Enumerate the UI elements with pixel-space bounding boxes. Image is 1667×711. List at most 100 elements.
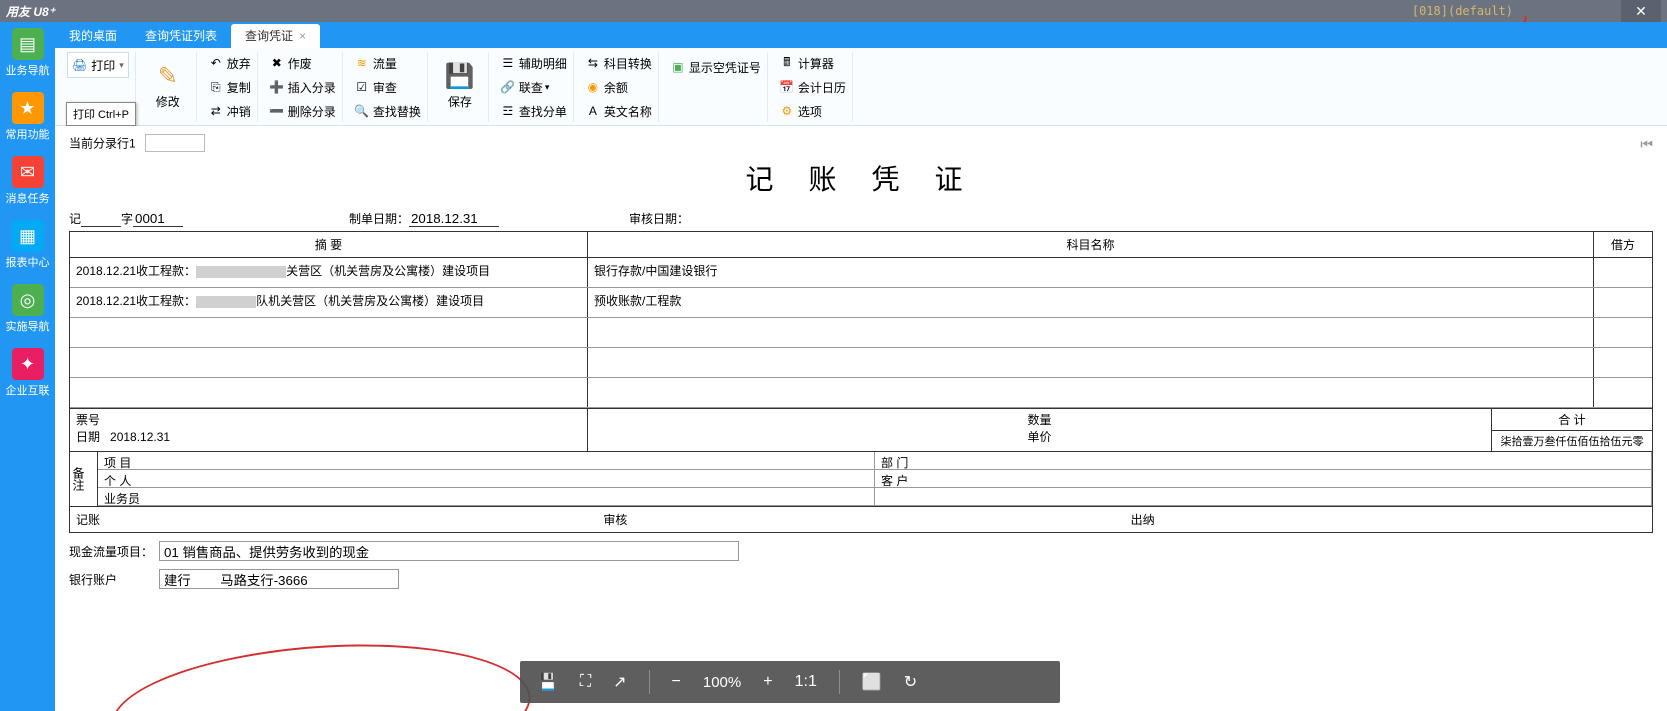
bank-account-row: 银行账户 (69, 569, 1653, 589)
nav-label: 实施导航 (6, 318, 50, 334)
close-button[interactable]: ✕ (1621, 0, 1661, 22)
nav-favorites[interactable]: ★常用功能 (6, 92, 50, 142)
delete-entry-button[interactable]: ➖删除分录 (268, 100, 336, 122)
remark-person[interactable]: 个 人 (98, 470, 875, 488)
bank-account-label: 银行账户 (69, 571, 159, 588)
pencil-icon: ✎ (158, 62, 178, 91)
rotate-icon[interactable]: ↻ (904, 672, 917, 692)
insert-entry-button[interactable]: ➕插入分录 (268, 76, 336, 98)
grid-row[interactable] (70, 318, 1652, 348)
show-empty-button[interactable]: ▣显示空凭证号 (669, 56, 761, 78)
viewer-toolbar: 💾 ⛶ ↗ − 100% + 1:1 ⬜ ↻ (520, 661, 1060, 703)
tabs-row: 我的桌面 查询凭证列表 查询凭证× (55, 22, 1667, 48)
undo-icon: ↶ (207, 56, 225, 70)
grid-row[interactable]: 2018.12.21收工程款：队机关营区（机关营房及公寓楼）建设项目 预收账款/… (70, 288, 1652, 318)
tab-close-icon[interactable]: × (299, 29, 306, 43)
delete-icon: ➖ (268, 104, 286, 118)
cash-flow-input[interactable] (159, 541, 739, 561)
modify-button[interactable]: ✎ 修改 (146, 52, 190, 120)
remark-customer[interactable]: 客 户 (875, 470, 1652, 488)
share-icon[interactable]: ↗ (613, 672, 626, 692)
save-button[interactable]: 💾 保存 (438, 52, 482, 120)
offset-icon: ⇄ (207, 104, 225, 118)
voucher-grid: 摘 要 科目名称 借方 2018.12.21收工程款：关营区（机关营房及公寓楼）… (69, 231, 1653, 409)
gear-icon: ⚙ (778, 104, 796, 118)
detail-icon: ☰ (499, 56, 517, 70)
audit-button[interactable]: ☑审查 (353, 76, 421, 98)
find-replace-button[interactable]: 🔍查找替换 (353, 100, 421, 122)
calculator-button[interactable]: 🖩计算器 (778, 52, 846, 74)
redacted (196, 296, 256, 308)
nav-label: 报表中心 (6, 254, 50, 270)
remark-block: 备注 项 目 部 门 个 人 客 户 业务员 (69, 452, 1653, 507)
nav-label: 企业互联 (6, 382, 50, 398)
titlebar: 用友 U8⁺ [018](default) ✕ (0, 0, 1667, 22)
aux-detail-button[interactable]: ☰辅助明细 (499, 52, 567, 74)
voucher-icon: ▣ (669, 60, 687, 74)
abandon-button[interactable]: ↶放弃 (207, 52, 251, 74)
tab-voucher-list[interactable]: 查询凭证列表 (131, 24, 231, 48)
fitpage-icon[interactable]: ⛶ (580, 673, 591, 691)
actual-size-icon[interactable]: 1:1 (795, 673, 817, 691)
sign-book: 记账 (70, 509, 597, 530)
price-label: 单价 (1027, 430, 1051, 444)
transfer-button[interactable]: ⇆科目转换 (584, 52, 652, 74)
fullscreen-icon[interactable]: ⬜ (862, 672, 882, 692)
nav-messages[interactable]: ✉消息任务 (6, 156, 50, 206)
type-suffix: 字 (121, 210, 133, 227)
tab-desktop[interactable]: 我的桌面 (55, 24, 131, 48)
remark-sales[interactable]: 业务员 (98, 488, 875, 506)
type-input[interactable] (81, 211, 121, 227)
grid-row[interactable]: 2018.12.21收工程款：关营区（机关营房及公寓楼）建设项目 银行存款/中国… (70, 258, 1652, 288)
print-button[interactable]: 🖨 打印 ▾ (67, 52, 129, 78)
calendar-button[interactable]: 📅会计日历 (778, 76, 846, 98)
grid-row[interactable] (70, 378, 1652, 408)
report-icon: ▦ (12, 220, 44, 252)
enname-button[interactable]: A英文名称 (584, 100, 652, 122)
zoom-in-icon[interactable]: + (763, 673, 772, 691)
voucher-title: 记 账 凭 证 (69, 158, 1653, 198)
remark-empty[interactable] (875, 488, 1652, 506)
bank-account-input[interactable] (159, 569, 399, 589)
calendar-icon: 📅 (778, 80, 796, 94)
calculator-icon: 🖩 (778, 53, 796, 74)
col-account: 科目名称 (588, 232, 1594, 257)
chevron-down-icon: ▾ (119, 60, 124, 71)
zoom-out-icon[interactable]: − (672, 673, 681, 691)
invalid-button[interactable]: ✖作废 (268, 52, 336, 74)
linkquery-button[interactable]: 🔗联查▾ (499, 76, 567, 98)
copy-button[interactable]: ⎘复制 (207, 76, 251, 98)
printer-icon: 🖨 (72, 58, 87, 72)
first-record-button[interactable]: ⏮ (1640, 136, 1653, 153)
coin-icon: ◉ (584, 80, 602, 94)
message-icon: ✉ (12, 156, 44, 188)
balance-button[interactable]: ◉余额 (584, 76, 652, 98)
offset-button[interactable]: ⇄冲销 (207, 100, 251, 122)
nav-implement[interactable]: ◎ 实施导航 (6, 284, 50, 334)
grid-row[interactable] (70, 348, 1652, 378)
make-date-input[interactable] (409, 211, 499, 227)
flow-button[interactable]: ≋流量 (353, 52, 421, 74)
voucher-area: 当前分录行1 ⏮ 记 账 凭 证 记 字 制单日期： 审核日期： 摘 要 科目名… (55, 126, 1667, 711)
col-summary: 摘 要 (70, 232, 588, 257)
nav-reports[interactable]: ▦ 报表中心 (6, 220, 50, 270)
options-button[interactable]: ⚙选项 (778, 100, 846, 122)
compass-icon: ◎ (12, 284, 44, 316)
bill-icon: ☲ (499, 104, 517, 118)
annotation-circle (107, 632, 535, 711)
bill-no-label: 票号 (76, 413, 100, 427)
remark-label: 备注 (70, 452, 98, 506)
number-input[interactable] (133, 211, 183, 227)
remark-project[interactable]: 项 目 (98, 452, 875, 470)
findbill-button[interactable]: ☲查找分单 (499, 100, 567, 122)
remark-dept[interactable]: 部 门 (875, 452, 1652, 470)
nav-business[interactable]: ▤业务导航 (6, 28, 50, 78)
foot-date: 2018.12.31 (110, 430, 170, 444)
current-line-label: 当前分录行1 (69, 137, 136, 151)
save-icon[interactable]: 💾 (538, 672, 558, 692)
current-line-input[interactable] (145, 134, 205, 152)
tab-voucher-query[interactable]: 查询凭证× (231, 24, 320, 48)
sign-row: 记账 审核 出纳 (69, 507, 1653, 533)
nav-enterprise[interactable]: ✦企业互联 (6, 348, 50, 398)
star-icon: ★ (12, 92, 44, 124)
